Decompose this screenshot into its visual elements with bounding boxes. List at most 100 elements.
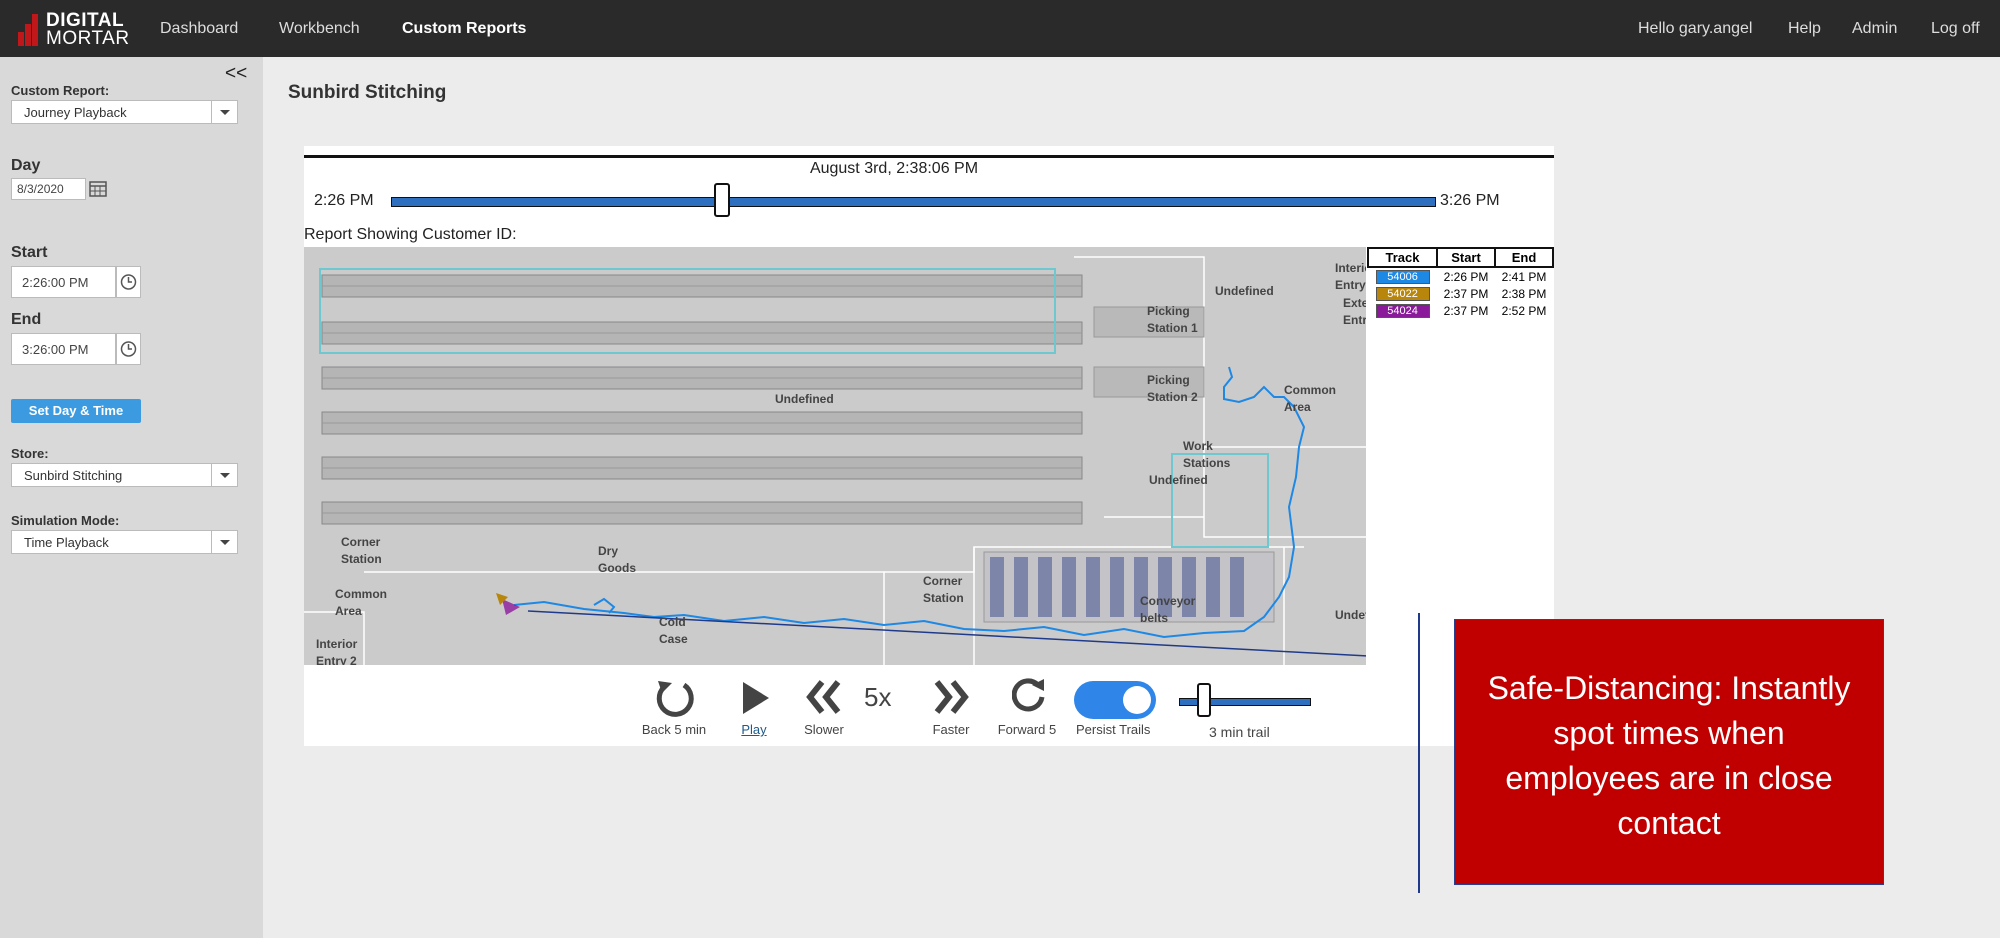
nav-admin[interactable]: Admin: [1852, 20, 1897, 38]
legend-track-id[interactable]: 54006: [1375, 270, 1430, 284]
back-5-min-button[interactable]: Back 5 min: [634, 665, 714, 745]
clock-icon: [120, 341, 137, 357]
user-greeting[interactable]: Hello gary.angel: [1638, 20, 1752, 38]
logo-text-line2: MORTAR: [46, 28, 130, 49]
timeline-slider-handle[interactable]: [714, 183, 730, 217]
legend-track-id[interactable]: 54022: [1375, 287, 1430, 301]
toggle-knob: [1123, 686, 1151, 714]
forward-5-label: Forward 5: [997, 722, 1057, 737]
end-time-input[interactable]: 3:26:00 PM: [11, 333, 116, 365]
map-label-picking-station-1: Picking Station 1: [1147, 304, 1198, 335]
rotate-forward-icon: [1012, 678, 1045, 712]
faster-label: Faster: [932, 722, 970, 737]
simulation-mode-value: Time Playback: [24, 535, 109, 550]
slower-button[interactable]: Slower: [794, 665, 854, 745]
nav-logoff[interactable]: Log off: [1931, 20, 1980, 38]
digital-mortar-logo[interactable]: DIGITAL MORTAR: [18, 10, 130, 49]
end-time-value: 3:26:00 PM: [22, 342, 89, 357]
map-label-interior-entry-2: Interior Entry 2: [316, 637, 358, 665]
end-label: End: [11, 311, 42, 328]
map-label-corner-station-mid: Corner Station: [923, 574, 964, 605]
custom-report-value: Journey Playback: [24, 105, 127, 120]
report-customer-label: Report Showing Customer ID:: [304, 226, 517, 243]
persist-trails-toggle[interactable]: [1074, 681, 1156, 719]
trail-length-label: 3 min trail: [1209, 724, 1270, 740]
legend-end: 2:38 PM: [1501, 286, 1547, 301]
start-time-value: 2:26:00 PM: [22, 275, 89, 290]
set-day-time-button[interactable]: Set Day & Time: [11, 399, 141, 423]
faster-button[interactable]: Faster: [921, 665, 981, 745]
simulation-mode-select[interactable]: Time Playback: [11, 530, 238, 554]
legend-header-track: Track: [1366, 247, 1439, 268]
safe-distancing-callout: Safe-Distancing: Instantly spot times wh…: [1454, 619, 1884, 885]
legend-start: 2:37 PM: [1443, 286, 1489, 301]
collapse-sidebar-button[interactable]: <<: [225, 63, 247, 85]
top-navbar: DIGITAL MORTAR Dashboard Workbench Custo…: [0, 0, 2000, 57]
map-label-common-area-left: Common Area: [335, 587, 387, 618]
store-select[interactable]: Sunbird Stitching: [11, 463, 238, 487]
map-label-dry-goods: Dry Goods: [598, 544, 636, 575]
store-value: Sunbird Stitching: [24, 468, 123, 483]
timeline-start-label: 2:26 PM: [314, 192, 374, 209]
chevron-down-icon[interactable]: [211, 101, 237, 123]
timeline-slider-track[interactable]: [391, 197, 1436, 207]
start-clock-button[interactable]: [116, 266, 141, 298]
map-label-interior-entry: Interior Entry: [1335, 261, 1366, 292]
legend-end: 2:41 PM: [1501, 269, 1547, 284]
panel-top-rule: [304, 155, 1554, 158]
map-label-picking-station-2: Picking Station 2: [1147, 373, 1198, 404]
legend-end: 2:52 PM: [1501, 303, 1547, 318]
legend-track-id[interactable]: 54024: [1375, 304, 1430, 318]
day-value: 8/3/2020: [17, 182, 64, 196]
double-chevron-left-icon: [806, 680, 841, 714]
simulation-mode-label: Simulation Mode:: [11, 513, 120, 528]
current-time-label: August 3rd, 2:38:06 PM: [809, 160, 979, 177]
chevron-down-icon[interactable]: [211, 531, 237, 553]
map-label-undefined-center: Undefined: [775, 392, 834, 406]
nav-custom-reports[interactable]: Custom Reports: [402, 20, 526, 38]
speed-value: 5x: [864, 682, 892, 712]
track-legend: Track Start End 54006 2:26 PM 2:41 PM 54…: [1366, 247, 1554, 319]
end-clock-button[interactable]: [116, 333, 141, 365]
legend-row[interactable]: 54006 2:26 PM 2:41 PM: [1368, 267, 1553, 285]
trail-length-slider-handle[interactable]: [1197, 683, 1211, 717]
play-button[interactable]: Play: [729, 665, 779, 745]
forward-5-button[interactable]: Forward 5: [987, 665, 1067, 745]
map-label-exterior-entry: Exterior Entry: [1343, 296, 1366, 327]
callout-pointer-line: [1418, 613, 1420, 893]
start-label: Start: [11, 244, 48, 261]
map-label-undefined-right: Undefined: [1335, 608, 1366, 622]
rotate-back-icon: [656, 681, 694, 717]
nav-dashboard[interactable]: Dashboard: [160, 20, 238, 38]
page-title: Sunbird Stitching: [288, 82, 447, 103]
legend-start: 2:37 PM: [1443, 303, 1489, 318]
day-input[interactable]: 8/3/2020: [11, 178, 86, 200]
map-label-undefined-mid: Undefined: [1149, 473, 1208, 487]
custom-report-select[interactable]: Journey Playback: [11, 100, 238, 124]
double-chevron-right-icon: [934, 680, 969, 714]
floor-plan-map[interactable]: Undefined Picking Station 1 Picking Stat…: [304, 247, 1366, 665]
map-label-undefined-top: Undefined: [1215, 284, 1274, 298]
chevron-down-icon[interactable]: [211, 464, 237, 486]
legend-start: 2:26 PM: [1443, 269, 1489, 284]
legend-row[interactable]: 54022 2:37 PM 2:38 PM: [1368, 285, 1553, 302]
start-time-input[interactable]: 2:26:00 PM: [11, 266, 116, 298]
map-label-cold-case: Cold Case: [659, 615, 688, 646]
clock-icon: [120, 274, 137, 290]
sidebar: << Custom Report: Journey Playback Day 8…: [0, 57, 263, 938]
persist-trails-label: Persist Trails: [1076, 722, 1151, 737]
timeline-end-label: 3:26 PM: [1440, 192, 1500, 209]
legend-header-end: End: [1494, 247, 1554, 268]
legend-header-start: Start: [1436, 247, 1496, 268]
nav-workbench[interactable]: Workbench: [279, 20, 360, 38]
custom-report-label: Custom Report:: [11, 83, 110, 98]
map-label-common-area-right: Common Area: [1284, 383, 1336, 414]
nav-help[interactable]: Help: [1788, 20, 1821, 38]
day-label: Day: [11, 157, 41, 174]
map-label-conveyor-belts: Conveyor belts: [1140, 594, 1196, 625]
play-label[interactable]: Play: [729, 722, 779, 737]
legend-row[interactable]: 54024 2:37 PM 2:52 PM: [1368, 302, 1553, 319]
calendar-icon[interactable]: [89, 181, 107, 197]
slower-label: Slower: [804, 722, 844, 737]
map-label-corner-station-left: Corner Station: [341, 535, 382, 566]
